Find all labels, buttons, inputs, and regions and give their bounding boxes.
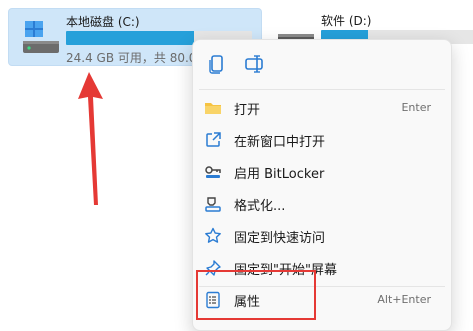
open-new-window-icon bbox=[206, 132, 221, 147]
drive-name: 本地磁盘 (C:) bbox=[66, 15, 140, 29]
menu-item-open[interactable]: 打开 Enter bbox=[193, 92, 451, 124]
copy-icon[interactable] bbox=[205, 52, 229, 76]
menu-item-bitlocker[interactable]: 启用 BitLocker bbox=[193, 156, 451, 188]
folder-icon bbox=[205, 103, 221, 114]
rename-icon[interactable] bbox=[243, 52, 267, 76]
menu-item-label: 格式化... bbox=[234, 199, 286, 214]
menu-separator bbox=[199, 89, 445, 90]
quick-actions-row bbox=[193, 40, 451, 89]
menu-item-label: 启用 BitLocker bbox=[234, 167, 325, 182]
menu-item-pin-quick-access[interactable]: 固定到快速访问 bbox=[193, 220, 451, 252]
menu-item-label: 打开 bbox=[234, 103, 261, 118]
star-icon bbox=[205, 227, 221, 243]
menu-item-shortcut: Enter bbox=[401, 101, 431, 114]
bitlocker-key-icon bbox=[205, 166, 221, 178]
menu-item-shortcut: Alt+Enter bbox=[377, 293, 431, 306]
format-icon bbox=[205, 197, 221, 212]
hard-drive-icon bbox=[23, 21, 59, 53]
drive-free-space: 24.4 GB 可用，共 80.0 bbox=[66, 51, 197, 65]
menu-item-format[interactable]: 格式化... bbox=[193, 188, 451, 220]
menu-item-open-new-window[interactable]: 在新窗口中打开 bbox=[193, 124, 451, 156]
drive-name: 软件 (D:) bbox=[321, 14, 372, 28]
menu-item-label: 固定到快速访问 bbox=[234, 231, 326, 246]
annotation-highlight-box bbox=[196, 270, 316, 320]
drive-usage-fill bbox=[66, 31, 195, 45]
menu-item-label: 在新窗口中打开 bbox=[234, 135, 326, 150]
